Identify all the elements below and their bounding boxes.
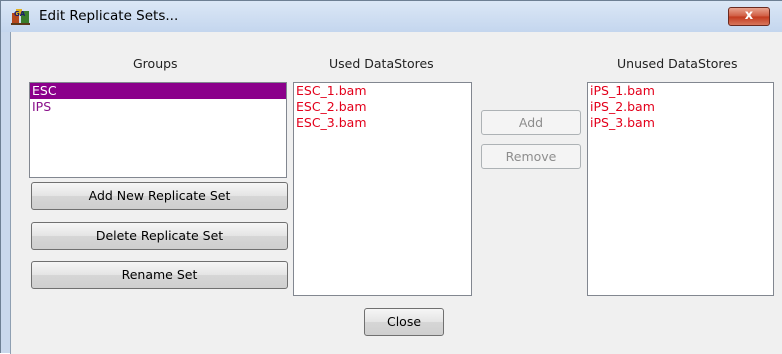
used-datastore-item[interactable]: ESC_3.bam	[294, 115, 471, 131]
unused-datastore-item[interactable]: iPS_2.bam	[588, 99, 773, 115]
used-datastores-header: Used DataStores	[329, 56, 434, 71]
groups-list[interactable]: ESC IPS	[29, 82, 287, 178]
close-button[interactable]: Close	[364, 308, 444, 336]
group-item-ips[interactable]: IPS	[30, 99, 286, 115]
remove-button[interactable]: Remove	[481, 144, 581, 169]
unused-datastore-item[interactable]: iPS_1.bam	[588, 83, 773, 99]
delete-replicate-set-button[interactable]: Delete Replicate Set	[31, 222, 288, 250]
rename-set-button[interactable]: Rename Set	[31, 261, 288, 289]
group-item-esc[interactable]: ESC	[30, 83, 286, 99]
dialog-window: GA Edit Replicate Sets... x Groups Used …	[0, 0, 782, 354]
svg-text:GA: GA	[14, 10, 26, 18]
unused-datastores-list[interactable]: iPS_1.bam iPS_2.bam iPS_3.bam	[587, 82, 774, 296]
unused-datastore-item[interactable]: iPS_3.bam	[588, 115, 773, 131]
used-datastore-item[interactable]: ESC_2.bam	[294, 99, 471, 115]
close-icon: x	[744, 8, 754, 23]
groups-header: Groups	[133, 56, 178, 71]
window-close-button[interactable]: x	[728, 7, 770, 26]
dialog-content: Groups Used DataStores Unused DataStores…	[10, 32, 782, 354]
used-datastores-list[interactable]: ESC_1.bam ESC_2.bam ESC_3.bam	[293, 82, 472, 296]
add-button[interactable]: Add	[481, 110, 581, 135]
title-bar[interactable]: GA Edit Replicate Sets... x	[1, 1, 782, 32]
unused-datastores-header: Unused DataStores	[617, 56, 738, 71]
add-new-replicate-set-button[interactable]: Add New Replicate Set	[31, 182, 288, 210]
app-icon: GA	[11, 9, 30, 25]
used-datastore-item[interactable]: ESC_1.bam	[294, 83, 471, 99]
window-title: Edit Replicate Sets...	[39, 8, 179, 24]
